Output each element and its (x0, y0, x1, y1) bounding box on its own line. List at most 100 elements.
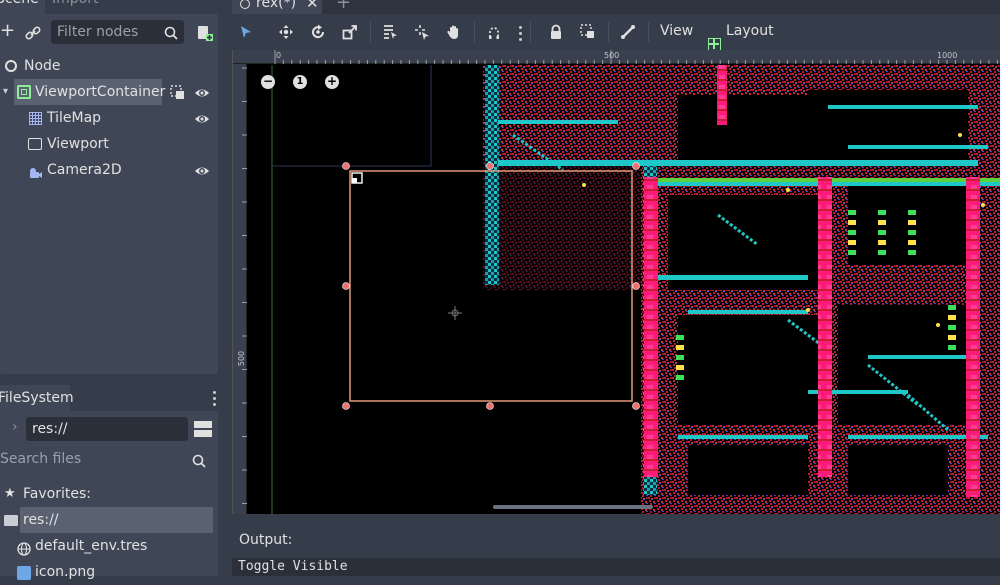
scene-canvas[interactable]: − 1 + (248, 65, 1000, 514)
tab-rex[interactable]: rex(*) ✕ (232, 0, 322, 14)
tilemap-platform (828, 105, 978, 109)
fs-item-icon-png[interactable]: icon.png (0, 559, 218, 585)
view-menu[interactable]: View (660, 23, 693, 39)
viewport-container-icon (17, 85, 31, 99)
tree-item-camera2d[interactable]: Camera2D (0, 157, 218, 183)
link-icon[interactable] (24, 24, 42, 42)
tilemap-ladder-rung (676, 365, 684, 370)
move-mode-icon[interactable] (274, 20, 298, 44)
left-dock-panel: Scene Import + Filter nodes Node ▾ (0, 0, 224, 580)
output-log[interactable]: Toggle Visible (232, 558, 1000, 576)
tab-import[interactable]: Import (46, 0, 104, 14)
pan-mode-icon[interactable] (442, 20, 466, 44)
ruler-left[interactable]: 500 (233, 64, 247, 514)
skeleton-icon[interactable] (616, 20, 640, 44)
tilemap-platform (868, 355, 968, 359)
tilemap-platform (658, 275, 808, 280)
tilemap-ladder-rung (848, 240, 856, 245)
main-editor: rex(*) ✕ + View Layout 0 500 1000 500 − … (232, 0, 1000, 576)
tilemap-ladder-rung (908, 210, 916, 215)
tilemap-ladder-rung (676, 335, 684, 340)
zoom-out-icon[interactable]: − (261, 75, 275, 89)
filter-nodes-input[interactable]: Filter nodes (51, 20, 184, 44)
search-files-input[interactable]: Search files (0, 447, 218, 471)
rotate-mode-icon[interactable] (306, 20, 330, 44)
search-icon (164, 24, 178, 48)
collapse-arrow-icon[interactable]: ▾ (3, 87, 8, 97)
tilemap-level-art (271, 65, 1000, 514)
attach-script-icon[interactable] (196, 24, 214, 42)
tilemap-ladder-rung (908, 250, 916, 255)
scale-mode-icon[interactable] (338, 20, 362, 44)
filesystem-menu-icon[interactable] (212, 390, 216, 406)
tree-item-viewport[interactable]: Viewport (0, 131, 218, 157)
split-mode-icon[interactable] (194, 421, 212, 437)
tilemap-cavity (678, 315, 818, 425)
tilemap-ladder-rung (948, 335, 956, 340)
tab-filesystem[interactable]: FileSystem (0, 385, 74, 411)
tilemap-ladder-rung (676, 355, 684, 360)
horizontal-scrollbar[interactable] (493, 505, 653, 509)
snap-options-icon[interactable] (518, 25, 522, 41)
tilemap-ladder-rung (948, 345, 956, 350)
resize-handle (486, 402, 494, 410)
scene-tree-panel: + Filter nodes Node ▾ ViewportContainer (0, 14, 218, 374)
pivot-marker (352, 178, 357, 183)
group-selected-icon[interactable] (170, 84, 186, 100)
tilemap-ladder-rung (878, 210, 886, 215)
canvas-viewport[interactable]: 0 500 1000 500 − 1 + (232, 50, 1000, 514)
resize-handle (342, 162, 350, 170)
path-input[interactable]: res:// (26, 417, 188, 441)
tilemap-pickup (806, 308, 810, 312)
tilemap-pillar (966, 177, 980, 497)
output-line: Toggle Visible (238, 559, 348, 574)
tree-item-tilemap[interactable]: TileMap (0, 105, 218, 131)
tilemap-cavity (808, 90, 968, 165)
fs-item-default-env[interactable]: default_env.tres (0, 533, 218, 559)
ruler-top[interactable]: 0 500 1000 (233, 50, 1000, 64)
tilemap-ladder-rung (948, 315, 956, 320)
tilemap-ladder-rung (878, 240, 886, 245)
toolbar-separator (474, 22, 475, 42)
tilemap-ladder-rung (848, 220, 856, 225)
list-select-icon[interactable] (378, 20, 402, 44)
close-icon[interactable]: ✕ (306, 0, 319, 12)
resize-handle (486, 162, 494, 170)
tilemap-ladder-rung (908, 240, 916, 245)
lock-icon[interactable] (544, 20, 568, 44)
visibility-eye-icon[interactable] (194, 110, 210, 126)
ruler-label: 0 (276, 51, 282, 60)
tilemap-ladder-rung (948, 325, 956, 330)
canvas-toolbar: View Layout (232, 14, 1000, 51)
chevron-right-icon[interactable]: › (12, 419, 18, 435)
add-node-icon[interactable]: + (0, 20, 15, 44)
layout-menu[interactable]: Layout (726, 23, 774, 39)
visibility-eye-icon[interactable] (194, 162, 210, 178)
zoom-in-icon[interactable]: + (325, 75, 339, 89)
visibility-eye-icon[interactable] (194, 84, 210, 100)
zoom-reset-button[interactable]: 1 (293, 75, 307, 89)
group-icon[interactable] (576, 20, 600, 44)
fs-item-favorites[interactable]: ★ Favorites: (0, 481, 218, 507)
tree-item-label: TileMap (47, 110, 102, 126)
tilemap-platform (688, 310, 808, 314)
tilemap-pillar (644, 177, 658, 477)
globe-icon (17, 539, 31, 556)
dock-splitter[interactable] (218, 0, 232, 576)
snap-icon[interactable] (482, 20, 506, 44)
add-tab-icon[interactable]: + (336, 0, 351, 13)
tilemap-cavity (838, 305, 968, 425)
pivot-mode-icon[interactable] (410, 20, 434, 44)
fs-item-label: res:// (23, 512, 59, 528)
fs-item-res[interactable]: res:// (0, 507, 218, 533)
tree-item-viewportcontainer[interactable]: ▾ ViewportContainer (0, 79, 218, 105)
tilemap-pickup (958, 133, 962, 137)
toolbar-separator (648, 22, 649, 42)
search-icon (192, 452, 206, 476)
select-mode-icon[interactable] (234, 20, 258, 44)
tree-item-label: Viewport (47, 136, 109, 152)
tree-item-node[interactable]: Node (0, 53, 218, 79)
tilemap-icon (29, 112, 42, 125)
tilemap-ladder-rung (878, 230, 886, 235)
tab-scene[interactable]: Scene (0, 0, 45, 14)
